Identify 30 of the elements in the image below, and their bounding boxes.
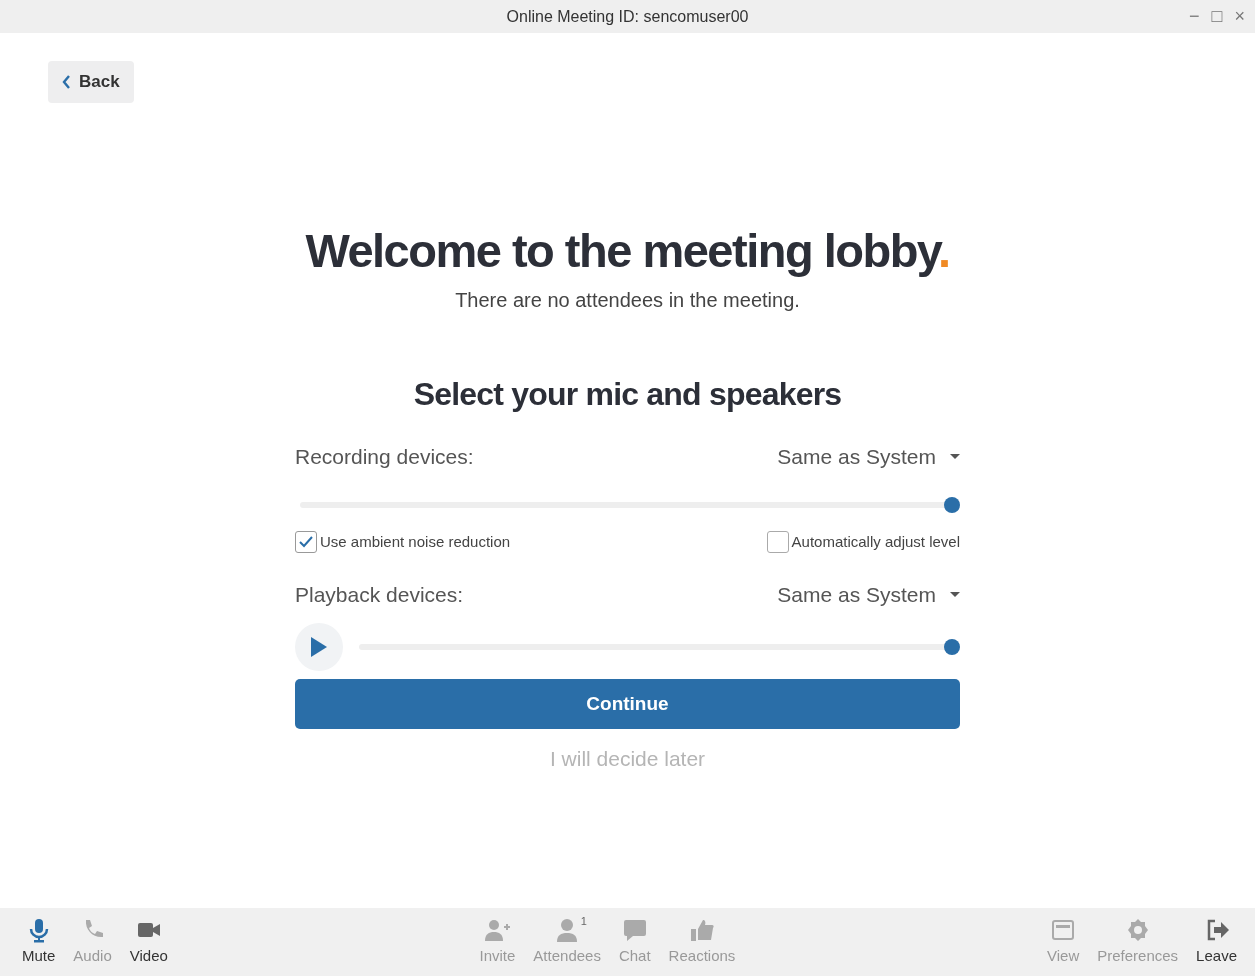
device-dropdown[interactable]: Same as System <box>777 441 960 473</box>
slider-thumb[interactable] <box>944 638 960 655</box>
volume-slider[interactable] <box>359 638 960 655</box>
close-button[interactable]: × <box>1234 5 1245 27</box>
volume-slider[interactable] <box>300 496 960 513</box>
continue-button[interactable]: Continue <box>295 678 960 729</box>
subtitle: There are no attendees in the meeting. <box>454 287 801 313</box>
slider-thumb[interactable] <box>944 496 960 513</box>
play-icon <box>310 635 328 658</box>
section-title: Select your mic and speakers <box>412 374 843 414</box>
toolbar-button[interactable]: Video <box>129 916 168 968</box>
toolbar-button[interactable]: Mute <box>22 916 56 968</box>
device-dropdown[interactable]: Same as System <box>777 579 960 611</box>
field-label: Playback devices: <box>295 582 464 609</box>
window-title: Online Meeting ID: sencomuser00 <box>506 6 749 27</box>
chevron-left-icon <box>62 74 71 89</box>
heading: Welcome to the meeting lobby. <box>304 222 951 279</box>
maximize-button[interactable]: □ <box>1211 5 1223 27</box>
checkbox-option[interactable]: Automatically adjust level <box>766 530 960 554</box>
back-button[interactable]: Back <box>48 61 134 103</box>
checkbox-option[interactable]: Use ambient noise reduction <box>295 530 511 554</box>
play-button[interactable] <box>295 622 343 671</box>
caret-icon <box>950 454 960 461</box>
checkmark-icon <box>299 536 313 549</box>
caret-icon <box>950 592 960 599</box>
toolbar-button[interactable]: Attendees 1 <box>533 916 601 968</box>
count-label: 1 <box>580 913 587 929</box>
toolbar-button[interactable]: Leave <box>1196 916 1237 968</box>
minimize-button[interactable]: − <box>1189 5 1200 27</box>
field-label: Recording devices: <box>295 444 474 471</box>
